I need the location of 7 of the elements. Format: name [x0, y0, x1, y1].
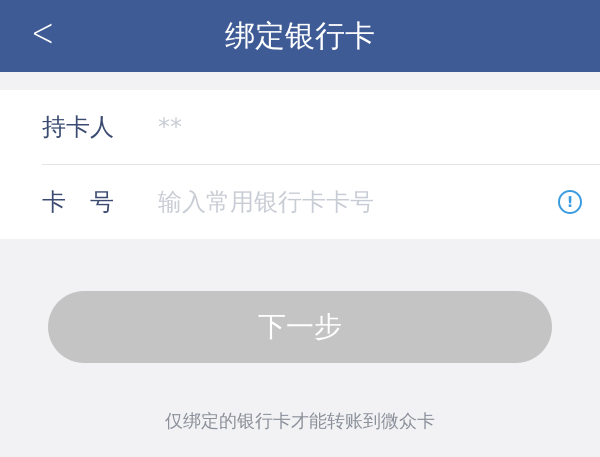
- field-label: 持卡人: [42, 112, 115, 143]
- page-title: 绑定银行卡: [225, 18, 375, 56]
- field-label: 卡 号: [42, 187, 115, 218]
- note-text: 仅绑定的银行卡才能转账到微众卡: [165, 411, 435, 432]
- info-icon[interactable]: !: [558, 190, 582, 214]
- back-button[interactable]: <: [25, 10, 60, 56]
- input-field[interactable]: **: [158, 113, 582, 141]
